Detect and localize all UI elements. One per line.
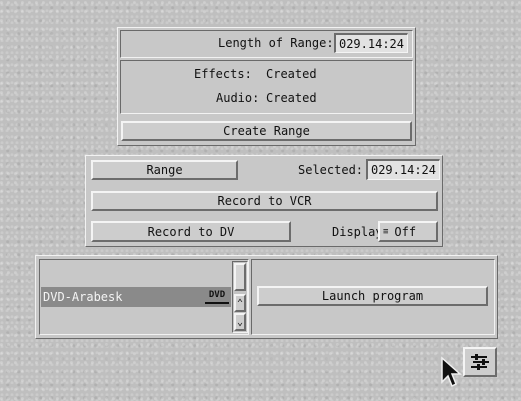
display-cycle-button[interactable]: ≡ Off [378, 221, 438, 242]
selected-value: 029.14:24 [366, 159, 440, 180]
record-panel: Range Selected: 029.14:24 Record to VCR … [85, 155, 443, 247]
record-to-dv-button[interactable]: Record to DV [91, 221, 291, 242]
create-range-button[interactable]: Create Range [121, 121, 412, 141]
list-item-label: DVD-Arabesk [43, 290, 123, 304]
audio-label: Audio: [216, 91, 260, 105]
effects-label: Effects: [194, 67, 252, 81]
scroll-down-icon[interactable]: ⌄ [234, 313, 246, 331]
effects-value: Created [266, 67, 317, 81]
length-of-range-label: Length of Range: [218, 36, 334, 50]
sliders-icon [471, 354, 489, 370]
cycle-icon: ≡ [383, 226, 389, 237]
length-of-range-value: 029.14:24 [334, 33, 408, 53]
display-label: Display [332, 225, 383, 239]
selected-label: Selected: [298, 163, 364, 177]
launch-program-button[interactable]: Launch program [257, 286, 488, 306]
program-panel: DVD-Arabesk DVD ⌃ ⌄ Launch program [35, 255, 498, 339]
audio-value: Created [266, 91, 317, 105]
dvd-icon: DVD [205, 289, 229, 304]
range-info-panel: Length of Range: 029.14:24 Effects: Crea… [117, 27, 416, 146]
record-to-vcr-button[interactable]: Record to VCR [91, 191, 438, 211]
list-scrollbar[interactable]: ⌃ ⌄ [232, 261, 248, 333]
mouse-pointer-icon [441, 356, 462, 388]
range-button[interactable]: Range [91, 160, 238, 180]
list-item[interactable]: DVD-Arabesk DVD [41, 287, 231, 307]
display-value: Off [394, 224, 417, 239]
scroll-up-icon[interactable]: ⌃ [234, 294, 246, 312]
settings-button[interactable] [463, 347, 497, 377]
scrollbar-thumb[interactable] [234, 263, 246, 291]
